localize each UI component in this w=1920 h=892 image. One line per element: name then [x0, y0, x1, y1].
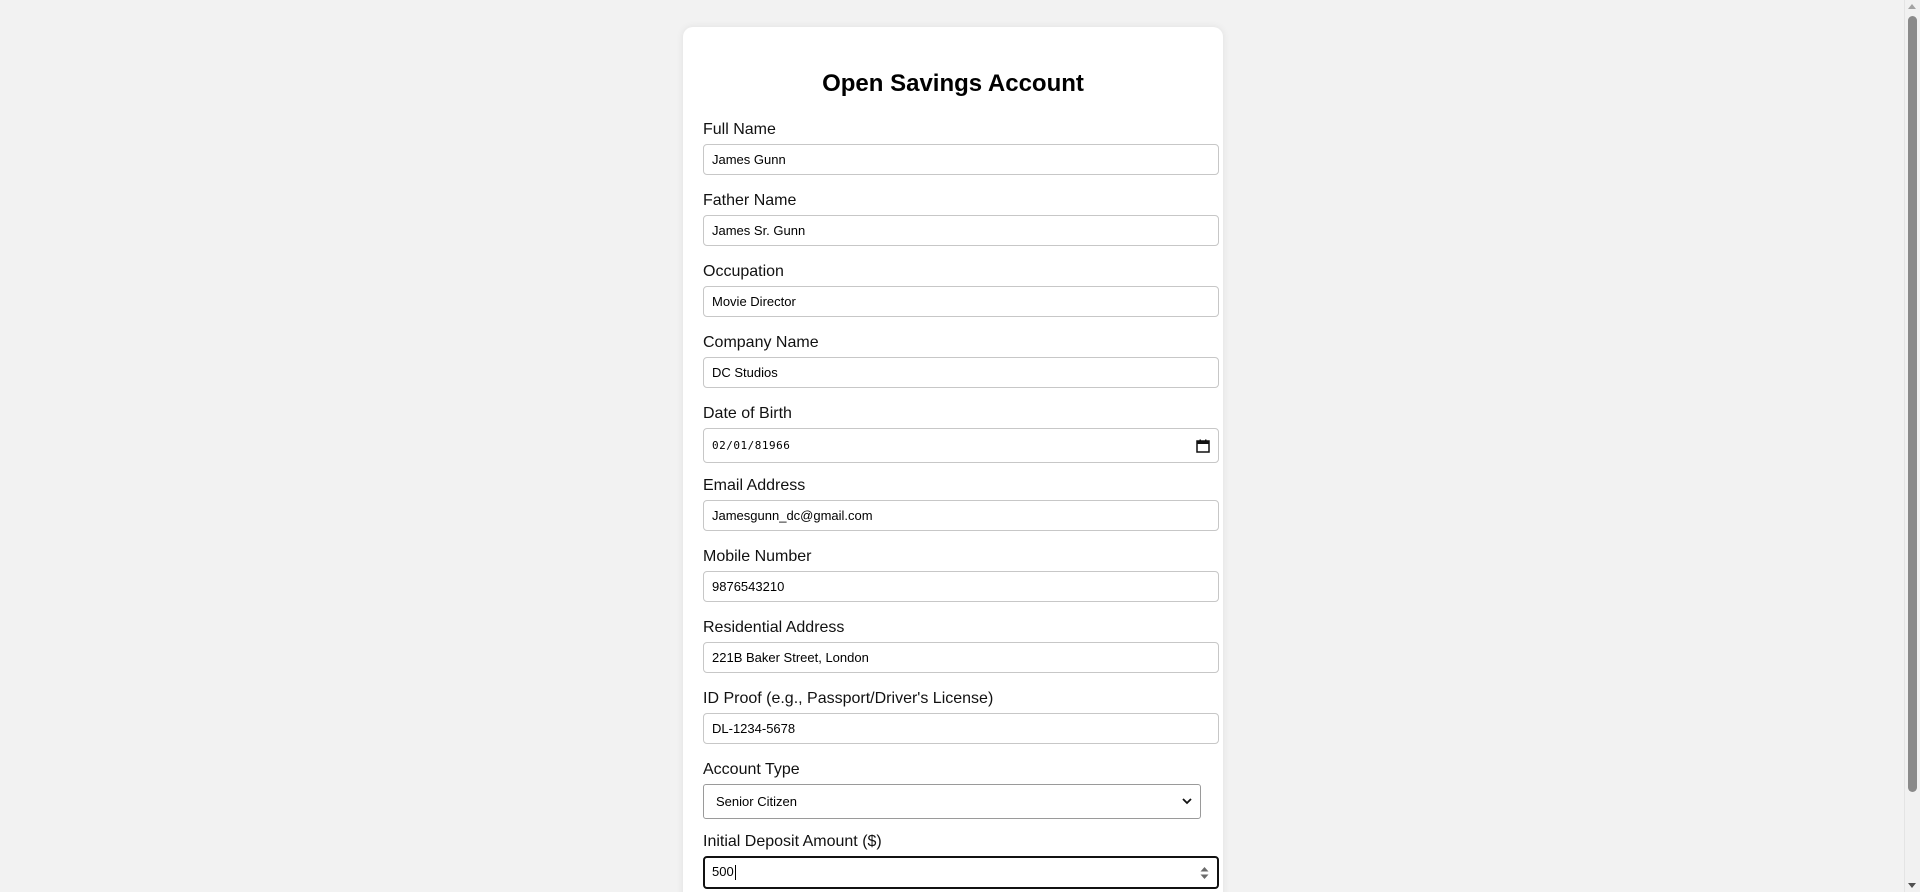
vertical-scrollbar[interactable]: [1904, 0, 1920, 892]
full-name-label: Full Name: [703, 121, 776, 138]
account-type-label: Account Type: [703, 761, 800, 778]
id-proof-label: ID Proof (e.g., Passport/Driver's Licens…: [703, 690, 994, 707]
email-label: Email Address: [703, 477, 806, 494]
mobile-input[interactable]: 9876543210: [703, 571, 1219, 602]
occupation-label: Occupation: [703, 263, 784, 280]
chevron-down-icon: [1182, 785, 1192, 818]
id-proof-group: ID Proof (e.g., Passport/Driver's Licens…: [703, 689, 1221, 744]
full-name-group: Full Name James Gunn: [703, 120, 1221, 175]
occupation-group: Occupation Movie Director: [703, 262, 1221, 317]
scroll-down-arrow-icon[interactable]: [1908, 883, 1916, 888]
full-name-input[interactable]: James Gunn: [703, 144, 1219, 175]
occupation-input[interactable]: Movie Director: [703, 286, 1219, 317]
account-type-group: Account Type Senior Citizen: [703, 760, 1221, 819]
deposit-input[interactable]: 500: [703, 856, 1219, 889]
dob-label: Date of Birth: [703, 405, 792, 422]
address-label: Residential Address: [703, 619, 845, 636]
mobile-label: Mobile Number: [703, 548, 812, 565]
id-proof-input[interactable]: DL-1234-5678: [703, 713, 1219, 744]
account-type-select[interactable]: Senior Citizen: [703, 784, 1201, 819]
text-cursor: [734, 865, 736, 881]
address-group: Residential Address 221B Baker Street, L…: [703, 618, 1221, 673]
company-name-input[interactable]: DC Studios: [703, 357, 1219, 388]
deposit-label: Initial Deposit Amount ($): [703, 833, 882, 850]
email-group: Email Address Jamesgunn_dc@gmail.com: [703, 476, 1221, 531]
father-name-group: Father Name James Sr. Gunn: [703, 191, 1221, 246]
spinner-arrows-icon[interactable]: [1200, 858, 1209, 887]
account-type-value: Senior Citizen: [716, 794, 797, 809]
deposit-value: 500: [712, 864, 734, 879]
scroll-up-arrow-icon[interactable]: [1908, 4, 1916, 9]
company-name-group: Company Name DC Studios: [703, 333, 1221, 388]
address-input[interactable]: 221B Baker Street, London: [703, 642, 1219, 673]
dob-value: 02/01/81966: [712, 439, 791, 452]
father-name-input[interactable]: James Sr. Gunn: [703, 215, 1219, 246]
page-title: Open Savings Account: [822, 70, 1084, 97]
dob-input[interactable]: 02/01/81966: [703, 428, 1219, 463]
scroll-thumb[interactable]: [1908, 16, 1917, 792]
calendar-icon[interactable]: [1196, 429, 1210, 462]
company-name-label: Company Name: [703, 334, 819, 351]
account-form-card: Open Savings Account Full Name James Gun…: [683, 27, 1223, 892]
mobile-group: Mobile Number 9876543210: [703, 547, 1221, 602]
dob-group: Date of Birth 02/01/81966: [703, 404, 1221, 463]
email-input[interactable]: Jamesgunn_dc@gmail.com: [703, 500, 1219, 531]
father-name-label: Father Name: [703, 192, 797, 209]
deposit-group: Initial Deposit Amount ($) 500: [703, 832, 1221, 889]
page: Open Savings Account Full Name James Gun…: [0, 0, 1920, 892]
